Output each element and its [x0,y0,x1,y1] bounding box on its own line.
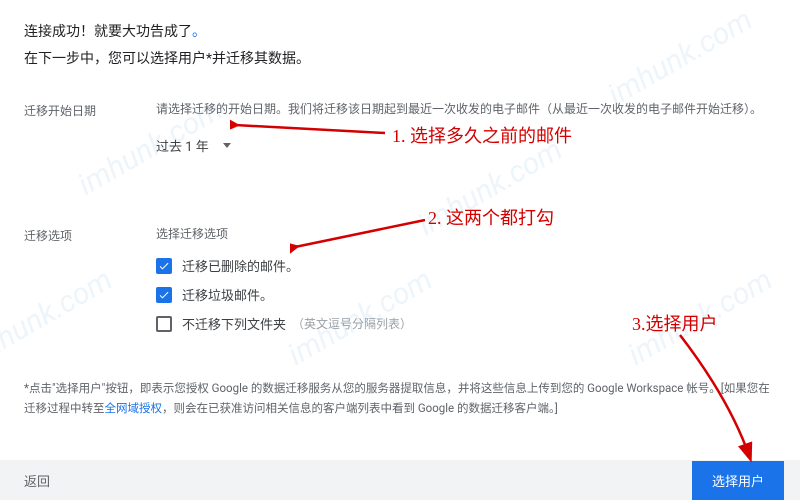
checkbox-icon [156,316,172,332]
checkbox-label: 不迁移下列文件夹 [182,314,286,333]
page-title: 连接成功！就要大功告成了。 [24,22,776,43]
footnote-post: ，则会在已获准访问相关信息的客户端列表中看到 Google 的数据迁移客户端。] [162,401,558,415]
title-text: 连接成功！就要大功告成了 [24,24,192,40]
select-user-button[interactable]: 选择用户 [692,461,784,500]
checkbox-icon [156,287,172,303]
options-title: 选择迁移选项 [156,225,776,242]
title-dot: 。 [192,24,206,40]
dropdown-value: 过去 1 年 [156,136,209,155]
footnote: *点击"选择用户"按钮，即表示您授权 Google 的数据迁移服务从您的服务器提… [24,379,776,418]
exclude-hint: （英文逗号分隔列表） [292,315,412,332]
checkbox-icon [156,258,172,274]
footer-bar: 返回 选择用户 [0,460,800,500]
back-button[interactable]: 返回 [24,471,50,490]
footnote-link[interactable]: 全网域授权 [105,401,163,415]
chevron-down-icon [223,143,231,148]
checkbox-row-spam[interactable]: 迁移垃圾邮件。 [156,285,776,304]
checkbox-label: 迁移垃圾邮件。 [182,285,273,304]
start-date-dropdown[interactable]: 过去 1 年 [156,132,231,159]
options-label: 迁移选项 [24,225,156,244]
checkbox-row-deleted[interactable]: 迁移已删除的邮件。 [156,256,776,275]
page-subtitle: 在下一步中，您可以选择用户*并迁移其数据。 [24,49,776,70]
start-date-label: 迁移开始日期 [24,100,156,119]
checkbox-row-exclude[interactable]: 不迁移下列文件夹 （英文逗号分隔列表） [156,314,776,333]
checkbox-label: 迁移已删除的邮件。 [182,256,299,275]
start-date-description: 请选择迁移的开始日期。我们将迁移该日期起到最近一次收发的电子邮件（从最近一次收发… [156,100,776,118]
